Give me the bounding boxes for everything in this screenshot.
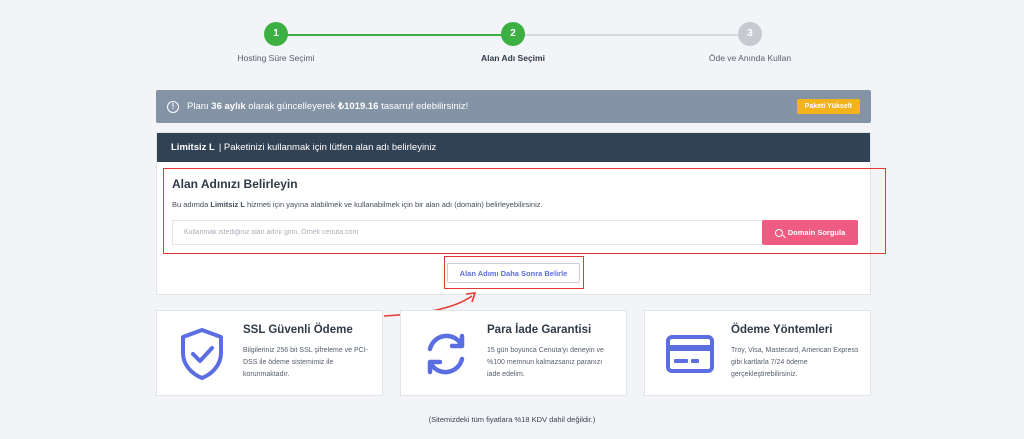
feature-payment-desc: Troy, Visa, Mastecard, American Express … bbox=[731, 347, 859, 378]
feature-ssl-title: SSL Güvenli Ödeme bbox=[243, 324, 353, 336]
domain-search-row: Domain Sorgula bbox=[172, 220, 858, 245]
step-1-label: Hosting Süre Seçimi bbox=[237, 53, 315, 63]
credit-card-icon bbox=[666, 335, 714, 373]
domain-selection-box: Alan Adınızı Belirleyin Bu adımda Limits… bbox=[163, 168, 886, 254]
decide-domain-later-button[interactable]: Alan Adımı Daha Sonra Belirle bbox=[447, 263, 580, 283]
step-payment[interactable]: 3 Öde ve Anında Kullan bbox=[670, 22, 830, 63]
feature-payment-title: Ödeme Yöntemleri bbox=[731, 324, 833, 336]
upgrade-package-button[interactable]: Paketi Yükselt bbox=[796, 99, 860, 114]
step-2-label: Alan Adı Seçimi bbox=[481, 53, 545, 63]
checkout-stepper: 1 Hosting Süre Seçimi 2 Alan Adı Seçimi … bbox=[0, 22, 1024, 72]
savings-duration: 36 aylık bbox=[211, 101, 246, 112]
plan-name: Limitsiz L bbox=[171, 142, 215, 153]
card-header: Limitsiz L | Paketinizi kullanmak için l… bbox=[157, 133, 870, 162]
vat-footnote: (Sitemizdeki tüm fiyatlara %18 KDV dahil… bbox=[428, 415, 596, 424]
feature-refund-desc: 15 gün boyunca Cenuta'yı deneyin ve %100… bbox=[487, 347, 604, 378]
feature-refund: Para İade Garantisi 15 gün boyunca Cenut… bbox=[400, 310, 627, 396]
later-button-highlight: Alan Adımı Daha Sonra Belirle bbox=[444, 256, 584, 289]
savings-amount: ₺1019.16 bbox=[338, 101, 379, 112]
domain-description: Bu adımda Limitsiz L hizmeti için yayına… bbox=[172, 200, 543, 209]
step-domain-selection[interactable]: 2 Alan Adı Seçimi bbox=[433, 22, 593, 63]
savings-text: Planı 36 aylık olarak güncelleyerek ₺101… bbox=[187, 101, 469, 112]
feature-ssl-desc: Bilgileriniz 256 bit SSL şifreleme ve PC… bbox=[243, 347, 369, 378]
savings-banner: ! Planı 36 aylık olarak güncelleyerek ₺1… bbox=[156, 90, 871, 123]
feature-payment-methods: Ödeme Yöntemleri Troy, Visa, Mastecard, … bbox=[644, 310, 871, 396]
step-hosting-duration[interactable]: 1 Hosting Süre Seçimi bbox=[196, 22, 356, 63]
domain-search-button[interactable]: Domain Sorgula bbox=[762, 220, 858, 245]
domain-search-input[interactable] bbox=[172, 220, 762, 245]
info-icon: ! bbox=[167, 100, 179, 113]
step-2-circle: 2 bbox=[501, 22, 525, 46]
domain-title: Alan Adınızı Belirleyin bbox=[172, 177, 298, 191]
card-header-text: | Paketinizi kullanmak için lütfen alan … bbox=[218, 142, 437, 153]
step-3-circle: 3 bbox=[738, 22, 762, 46]
feature-refund-title: Para İade Garantisi bbox=[487, 324, 592, 336]
search-icon bbox=[774, 228, 783, 237]
step-3-label: Öde ve Anında Kullan bbox=[708, 53, 792, 63]
shield-check-icon bbox=[181, 328, 223, 380]
feature-ssl: SSL Güvenli Ödeme Bilgileriniz 256 bit S… bbox=[156, 310, 383, 396]
step-1-circle: 1 bbox=[264, 22, 288, 46]
refresh-icon bbox=[427, 333, 465, 375]
